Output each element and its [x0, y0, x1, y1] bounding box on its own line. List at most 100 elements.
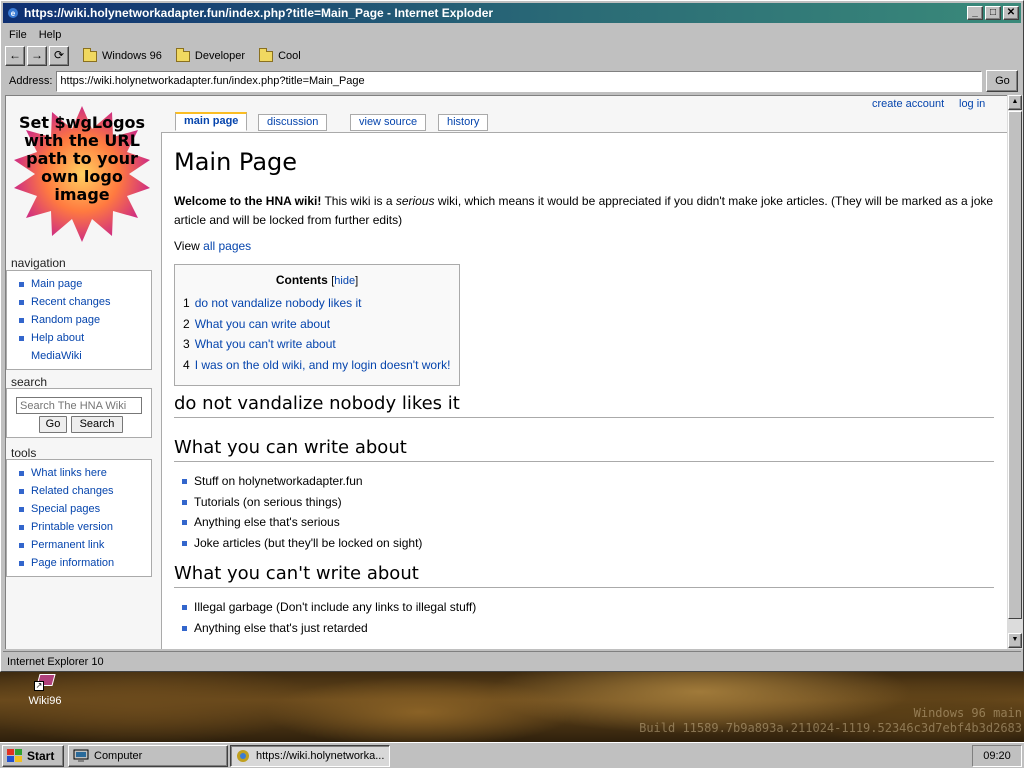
watermark-line-1: Windows 96 main: [913, 706, 1022, 720]
back-button[interactable]: ←: [5, 46, 25, 66]
navigation-heading: navigation: [11, 256, 66, 270]
section-heading-vandalize: do not vandalize nobody likes it: [174, 393, 994, 418]
status-text: Internet Explorer 10: [7, 655, 104, 668]
toc-item[interactable]: 1 do not vandalize nobody likes it: [183, 293, 459, 314]
task-browser[interactable]: https://wiki.holynetworka...: [230, 745, 390, 767]
section-heading-cant-write: What you can't write about: [174, 563, 994, 588]
toc-num: 1: [183, 296, 190, 310]
start-label: Start: [27, 749, 55, 763]
intro-pre: This wiki is a: [321, 194, 396, 208]
tool-printable-version[interactable]: Printable version: [17, 518, 147, 536]
list-item: Anything else that's just retarded: [180, 618, 476, 639]
watermark-line-2: Build 11589.7b9a893a.211024-1119.52346c3…: [639, 721, 1022, 735]
minimize-button[interactable]: _: [967, 6, 983, 20]
folder-icon: [175, 47, 190, 62]
desktop-icon-label: Wiki96: [28, 695, 62, 707]
task-computer[interactable]: Computer: [68, 745, 228, 767]
toc-item[interactable]: 2 What you can write about: [183, 314, 459, 335]
favorite-label: Windows 96: [102, 50, 162, 62]
toc-link[interactable]: I was on the old wiki, and my login does…: [195, 358, 451, 372]
toc-title-row: Contents [hide]: [175, 273, 459, 287]
toc-item[interactable]: 3 What you can't write about: [183, 334, 459, 355]
table-of-contents: Contents [hide] 1 do not vandalize nobody…: [174, 264, 460, 386]
task-label: https://wiki.holynetworka...: [256, 750, 385, 762]
menu-bar: File Help: [3, 25, 67, 45]
toc-title: Contents: [275, 273, 328, 287]
tool-permanent-link[interactable]: Permanent link: [17, 536, 147, 554]
nav-recent-changes[interactable]: Recent changes: [17, 293, 147, 311]
section-heading-can-write: What you can write about: [174, 437, 994, 462]
browser-window: e https://wiki.holynetworkadapter.fun/in…: [0, 0, 1024, 672]
svg-text:e: e: [11, 9, 16, 18]
refresh-button[interactable]: ⟳: [49, 46, 69, 66]
taskbar: Start Computer https://wiki.holynetworka…: [0, 742, 1024, 768]
search-button[interactable]: Search: [71, 416, 123, 433]
internet-exploder-icon: [237, 750, 249, 762]
logo-text: Set $wgLogos with the URL path to your o…: [18, 113, 146, 204]
address-input[interactable]: [56, 70, 983, 92]
list-item: Stuff on holynetworkadapter.fun: [180, 471, 422, 492]
tool-special-pages[interactable]: Special pages: [17, 500, 147, 518]
favorite-label: Developer: [194, 50, 246, 62]
nav-random-page[interactable]: Random page: [17, 311, 147, 329]
tab-history[interactable]: history: [438, 114, 489, 131]
favorite-windows-96[interactable]: Windows 96: [83, 47, 162, 62]
folder-icon: [83, 47, 97, 62]
start-button[interactable]: Start: [2, 745, 64, 767]
title-bar[interactable]: e https://wiki.holynetworkadapter.fun/in…: [3, 3, 1021, 23]
toc-num: 4: [183, 357, 190, 372]
toc-link[interactable]: What you can write about: [195, 317, 330, 331]
tool-what-links-here[interactable]: What links here: [17, 464, 147, 482]
nav-main-page[interactable]: Main page: [17, 275, 147, 293]
toc-item[interactable]: 4 I was on the old wiki, and my login doe…: [183, 355, 459, 376]
list-item: Tutorials (on serious things): [180, 492, 422, 513]
view-all-line: View all pages: [174, 237, 994, 256]
toc-link[interactable]: do not vandalize nobody likes it: [195, 296, 362, 310]
toc-hide: [hide]: [331, 275, 359, 287]
log-in-link[interactable]: log in: [959, 98, 985, 110]
address-bar: Address: Go: [3, 69, 1021, 93]
list-item: Joke articles (but they'll be locked on …: [180, 533, 422, 554]
search-heading: search: [11, 375, 48, 389]
scroll-up-icon[interactable]: ▲: [1008, 95, 1022, 110]
favorite-cool[interactable]: Cool: [259, 47, 301, 62]
tab-main-page[interactable]: main page: [175, 112, 248, 131]
scroll-thumb[interactable]: [1008, 111, 1022, 619]
tool-related-changes[interactable]: Related changes: [17, 482, 147, 500]
create-account-link[interactable]: create account: [872, 98, 944, 110]
task-label: Computer: [94, 750, 143, 762]
toc-link[interactable]: What you can't write about: [195, 337, 336, 351]
status-bar: Internet Explorer 10: [3, 651, 1021, 671]
desktop-icon-wiki96[interactable]: ↗ Wiki96: [22, 674, 68, 707]
menu-file[interactable]: File: [3, 29, 33, 41]
windows-logo-icon: [7, 749, 23, 763]
close-button[interactable]: ✕: [1003, 6, 1019, 20]
tab-view-source[interactable]: view source: [350, 114, 427, 131]
internet-exploder-icon: e: [8, 8, 18, 18]
scroll-down-icon[interactable]: ▼: [1008, 633, 1022, 648]
vertical-scrollbar[interactable]: ▲ ▼: [1007, 95, 1023, 649]
build-watermark: Windows 96 main Build 11589.7b9a893a.211…: [639, 706, 1022, 736]
search-go-button[interactable]: Go: [39, 416, 67, 433]
intro-bold: Welcome to the HNA wiki!: [174, 194, 322, 208]
menu-help[interactable]: Help: [33, 29, 68, 41]
all-pages-link[interactable]: all pages: [203, 239, 251, 253]
toc-hide-link[interactable]: hide: [334, 275, 355, 287]
tools-heading: tools: [11, 446, 37, 460]
tab-discussion[interactable]: discussion: [258, 114, 328, 131]
tools-portlet: What links here Related changes Special …: [6, 459, 152, 577]
page-title: Main Page: [174, 148, 298, 176]
tool-page-information[interactable]: Page information: [17, 554, 147, 572]
favorite-label: Cool: [278, 50, 301, 62]
favorite-developer[interactable]: Developer: [175, 47, 246, 62]
forward-button[interactable]: →: [27, 46, 47, 66]
address-go-button[interactable]: Go: [986, 70, 1019, 92]
toc-num: 3: [183, 337, 190, 351]
folder-icon: [259, 47, 274, 62]
cant-write-list: Illegal garbage (Don't include any links…: [180, 597, 476, 638]
can-write-list: Stuff on holynetworkadapter.fun Tutorial…: [180, 471, 422, 553]
nav-help[interactable]: Help about MediaWiki: [17, 329, 117, 365]
view-all-text: View: [174, 239, 204, 253]
wiki-search-input[interactable]: [16, 397, 142, 414]
maximize-button[interactable]: □: [985, 6, 1001, 20]
